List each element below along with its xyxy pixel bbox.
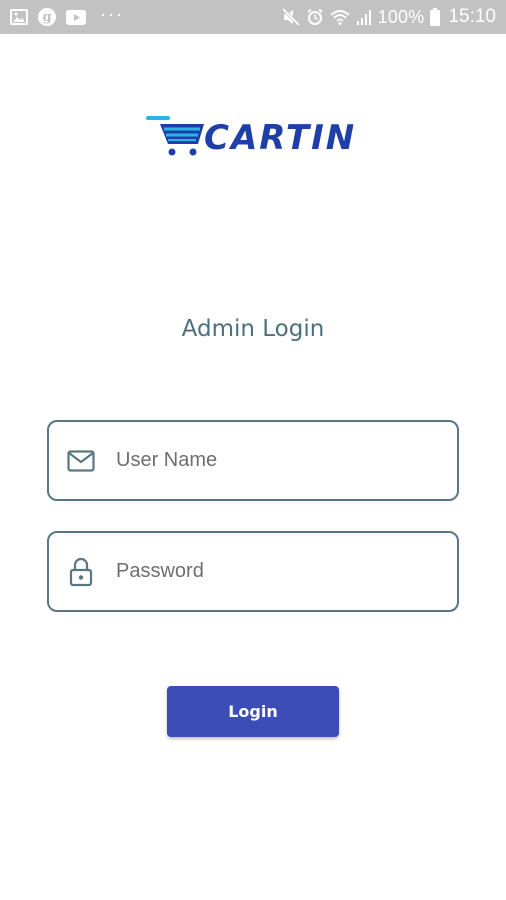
status-right: 100% 15:10 xyxy=(281,6,496,28)
g-badge: g xyxy=(38,8,56,26)
alarm-icon xyxy=(306,8,324,26)
mail-icon xyxy=(66,449,96,472)
shopping-cart-icon xyxy=(146,114,210,165)
status-bar: g ··· 100% 15:10 xyxy=(0,0,506,34)
login-button[interactable]: Login xyxy=(167,686,339,737)
password-field[interactable] xyxy=(47,531,459,612)
page-title: Admin Login xyxy=(181,316,325,342)
username-field[interactable] xyxy=(47,420,459,501)
cartin-logo: CARTIN xyxy=(146,112,361,162)
password-input[interactable] xyxy=(116,560,436,583)
mute-icon xyxy=(281,8,300,26)
lock-icon xyxy=(66,557,96,587)
battery-percent: 100% xyxy=(377,6,425,27)
logo-text: CARTIN xyxy=(204,118,357,158)
wifi-icon xyxy=(330,9,350,25)
more-dots-icon: ··· xyxy=(100,3,124,24)
battery-icon xyxy=(430,8,441,26)
image-icon xyxy=(10,9,28,25)
signal-icon xyxy=(356,9,372,25)
status-time: 15:10 xyxy=(448,6,496,27)
youtube-icon xyxy=(66,9,86,25)
username-input[interactable] xyxy=(116,449,436,472)
status-left: g ··· xyxy=(10,4,124,26)
